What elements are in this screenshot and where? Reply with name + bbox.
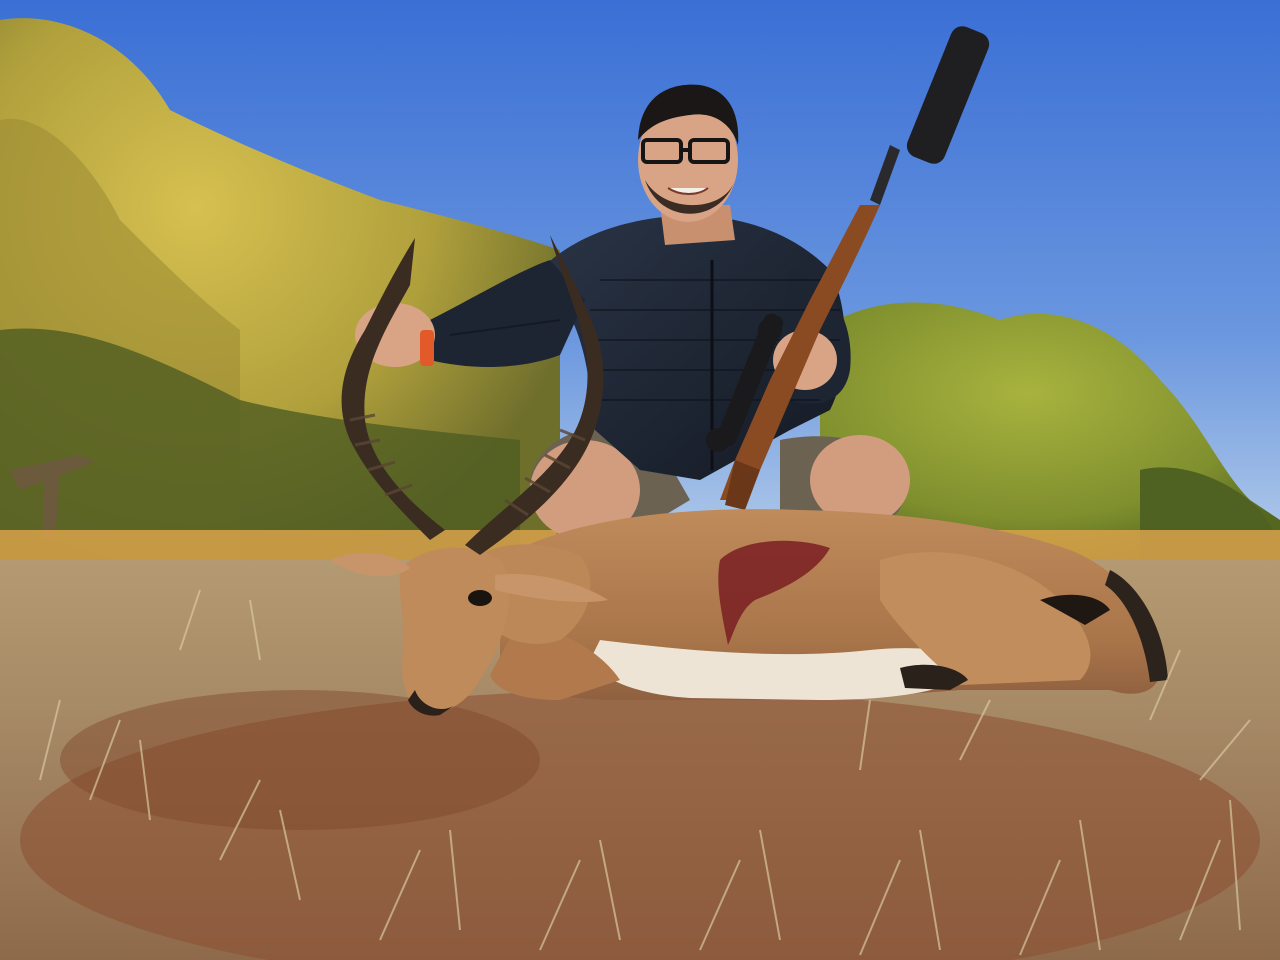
hunting-photo (0, 0, 1280, 960)
